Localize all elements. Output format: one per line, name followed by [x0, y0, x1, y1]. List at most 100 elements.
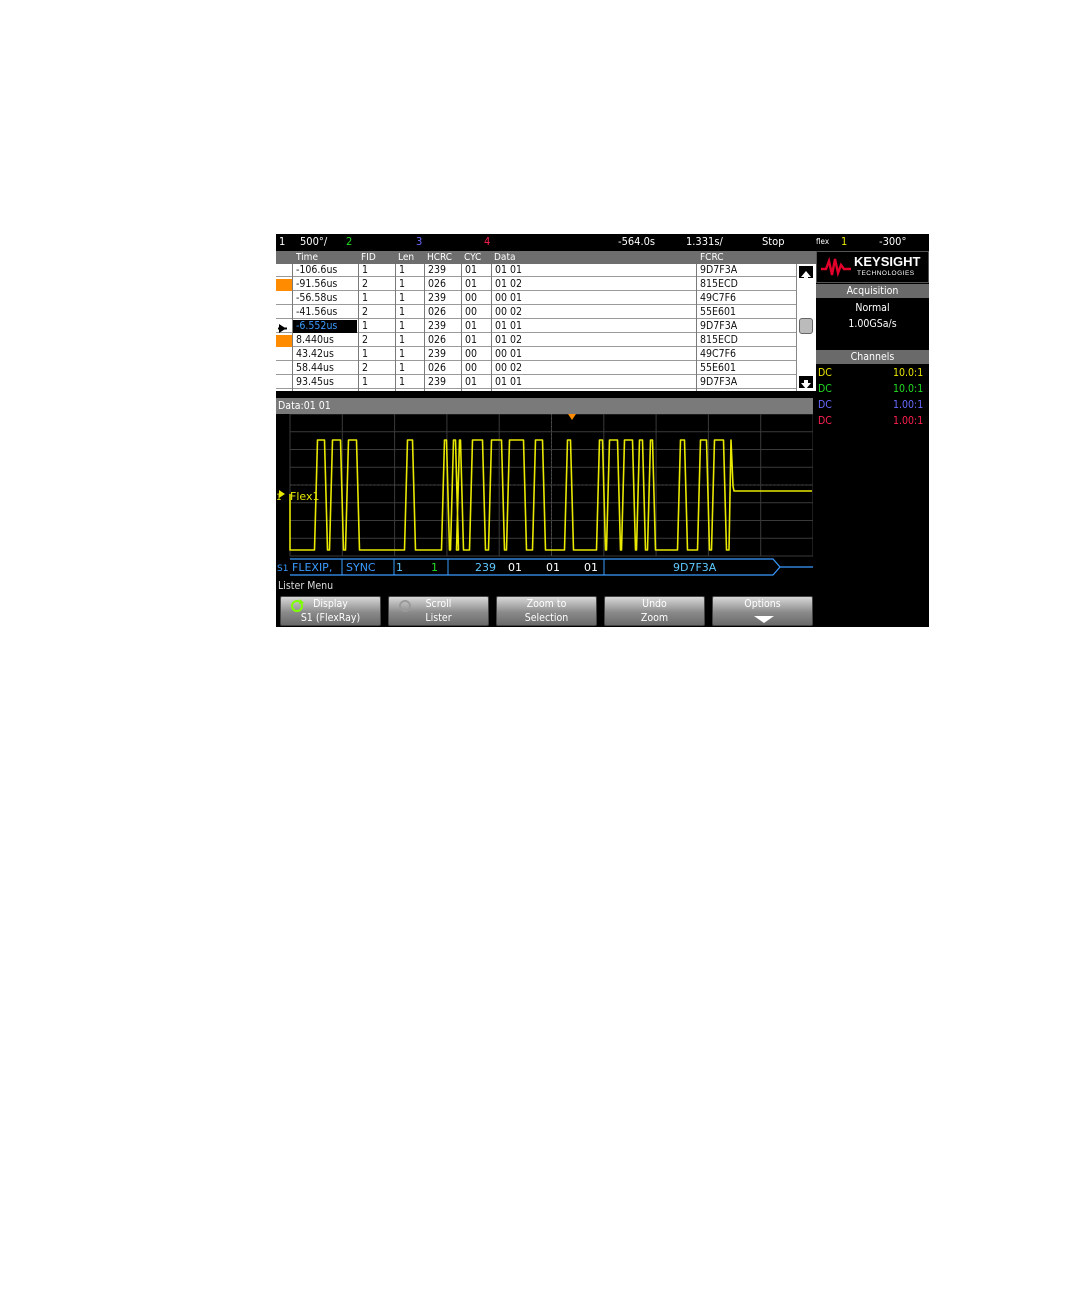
- cell-len: 1: [399, 292, 406, 304]
- lister-scrollbar[interactable]: [796, 264, 816, 391]
- channel-coupling[interactable]: DC: [818, 366, 832, 380]
- cell-cyc: 01: [465, 334, 478, 346]
- channel-coupling[interactable]: DC: [818, 414, 832, 428]
- cell-fid: 1: [362, 264, 369, 276]
- cell-fcrc: 9D7F3A: [700, 320, 738, 332]
- lister-header: Time FID Len HCRC CYC Data FCRC: [276, 251, 816, 264]
- cell-hcrc: 239: [428, 376, 447, 388]
- serial-decode-bus[interactable]: S1 FLEXIP, SYNC 1 1 239 01 01 01 9D7F3A: [276, 558, 813, 576]
- zoom-to-selection-softkey[interactable]: Zoom to Selection: [496, 596, 597, 626]
- selected-row-arrow-icon: [276, 320, 292, 333]
- undo-zoom-softkey[interactable]: Undo Zoom: [604, 596, 705, 626]
- lister-row[interactable]: 43.42us 1 1 239 00 00 01 49C7F6: [276, 348, 796, 361]
- col-len[interactable]: Len: [398, 251, 414, 264]
- cell-cyc: 01: [465, 376, 478, 388]
- channel-probe-ratio[interactable]: 1.00:1: [893, 398, 923, 412]
- lister-row[interactable]: -91.56us 2 1 026 01 01 02 815ECD: [276, 278, 796, 291]
- cell-len: 1: [399, 264, 406, 276]
- time-scale[interactable]: 1.331s/: [686, 235, 723, 249]
- display-softkey-value: S1 (FlexRay): [300, 612, 361, 624]
- lister-row[interactable]: -106.6us 1 1 239 01 01 01 9D7F3A: [276, 264, 796, 277]
- cell-len: 1: [399, 278, 406, 290]
- cell-fid: 1: [362, 320, 369, 332]
- acquisition-header[interactable]: Acquisition: [816, 284, 929, 298]
- cell-len: 1: [399, 362, 406, 374]
- run-state[interactable]: Stop: [762, 235, 785, 249]
- decode-hcrc: 239: [475, 561, 496, 574]
- lister-row[interactable]: 8.440us 2 1 026 01 01 02 815ECD: [276, 334, 796, 347]
- channel-coupling[interactable]: DC: [818, 398, 832, 412]
- cell-fcrc: 49C7F6: [700, 348, 737, 360]
- cell-fid: 1: [362, 376, 369, 388]
- cell-fid: 1: [362, 348, 369, 360]
- cell-len: 1: [399, 348, 406, 360]
- cell-fid: 2: [362, 306, 369, 318]
- col-fcrc[interactable]: FCRC: [700, 251, 724, 264]
- decode-len: 1: [431, 561, 438, 574]
- cell-time: -91.56us: [296, 278, 338, 290]
- frame-marker: [276, 335, 292, 347]
- decode-sync: SYNC: [346, 561, 376, 574]
- col-data[interactable]: Data: [494, 251, 515, 264]
- cell-len: 1: [399, 320, 406, 332]
- cell-fcrc: 815ECD: [700, 278, 738, 290]
- waveform-area[interactable]: 1 Flex1 S1 FLEXIP, SYNC 1 1 239 01 01 01…: [276, 414, 813, 580]
- col-cyc[interactable]: CYC: [464, 251, 481, 264]
- ch4-number[interactable]: 4: [484, 235, 490, 249]
- frame-marker: [276, 279, 292, 291]
- cell-time: -106.6us: [296, 264, 338, 276]
- cell-fcrc: 815ECD: [700, 334, 738, 346]
- col-hcrc[interactable]: HCRC: [427, 251, 452, 264]
- lister-table[interactable]: Time FID Len HCRC CYC Data FCRC -106.6us…: [276, 251, 816, 391]
- lister-row[interactable]: -6.552us 1 1 239 01 01 01 9D7F3A: [276, 320, 796, 333]
- cell-time: 58.44us: [296, 362, 334, 374]
- undo-softkey-line2: Zoom: [640, 612, 669, 624]
- channel-probe-ratio[interactable]: 10.0:1: [893, 382, 923, 396]
- cell-cyc: 00: [465, 306, 478, 318]
- ch1-scale[interactable]: 500°/: [300, 235, 327, 249]
- channel-coupling[interactable]: DC: [818, 382, 832, 396]
- decode-fid: 1: [396, 561, 403, 574]
- channel-probe-ratio[interactable]: 1.00:1: [893, 414, 923, 428]
- cell-time: -56.58us: [296, 292, 338, 304]
- cell-fcrc: 9D7F3A: [700, 376, 738, 388]
- sample-rate: 1.00GSa/s: [848, 318, 897, 330]
- display-softkey[interactable]: Display S1 (FlexRay): [280, 596, 381, 626]
- cell-len: 1: [399, 376, 406, 388]
- cell-hcrc: 026: [428, 334, 447, 346]
- scroll-lister-softkey[interactable]: Scroll Lister: [388, 596, 489, 626]
- col-time[interactable]: Time: [296, 251, 318, 264]
- trigger-source[interactable]: 1: [841, 235, 847, 249]
- zoom-softkey-line1: Zoom to: [526, 598, 567, 610]
- lister-row[interactable]: 93.45us 1 1 239 01 01 01 9D7F3A: [276, 376, 796, 389]
- lister-row[interactable]: 58.44us 2 1 026 00 00 02 55E601: [276, 362, 796, 375]
- scroll-up-icon[interactable]: [799, 266, 813, 280]
- cell-fid: 2: [362, 362, 369, 374]
- cell-data: 01 01: [495, 320, 523, 332]
- channel-probe-ratio[interactable]: 10.0:1: [893, 366, 923, 380]
- options-softkey[interactable]: Options: [712, 596, 813, 626]
- scroll-thumb[interactable]: [799, 318, 813, 334]
- cell-time: 43.42us: [296, 348, 334, 360]
- cell-fcrc: 55E601: [700, 362, 737, 374]
- lister-row[interactable]: -56.58us 1 1 239 00 00 01 49C7F6: [276, 292, 796, 305]
- cell-data: 01 01: [495, 264, 523, 276]
- ch2-number[interactable]: 2: [346, 235, 352, 249]
- channels-header[interactable]: Channels: [816, 350, 929, 364]
- ch1-number[interactable]: 1: [279, 235, 285, 249]
- brand-name: KEYSIGHT: [854, 254, 921, 269]
- lister-row[interactable]: -41.56us 2 1 026 00 00 02 55E601: [276, 306, 796, 319]
- time-position[interactable]: -564.0s: [618, 235, 655, 249]
- trigger-level[interactable]: -300°: [879, 235, 906, 249]
- cell-data: 00 02: [495, 306, 523, 318]
- ch3-number[interactable]: 3: [416, 235, 422, 249]
- cell-hcrc: 026: [428, 362, 447, 374]
- cell-data: 00 02: [495, 362, 523, 374]
- scroll-down-icon[interactable]: [799, 376, 813, 389]
- col-fid[interactable]: FID: [361, 251, 376, 264]
- cell-len: 1: [399, 334, 406, 346]
- cell-data: 00 01: [495, 292, 523, 304]
- scroll-softkey-label: Scroll: [425, 598, 452, 610]
- cell-len: 1: [399, 306, 406, 318]
- cell-time: -6.552us: [293, 320, 357, 333]
